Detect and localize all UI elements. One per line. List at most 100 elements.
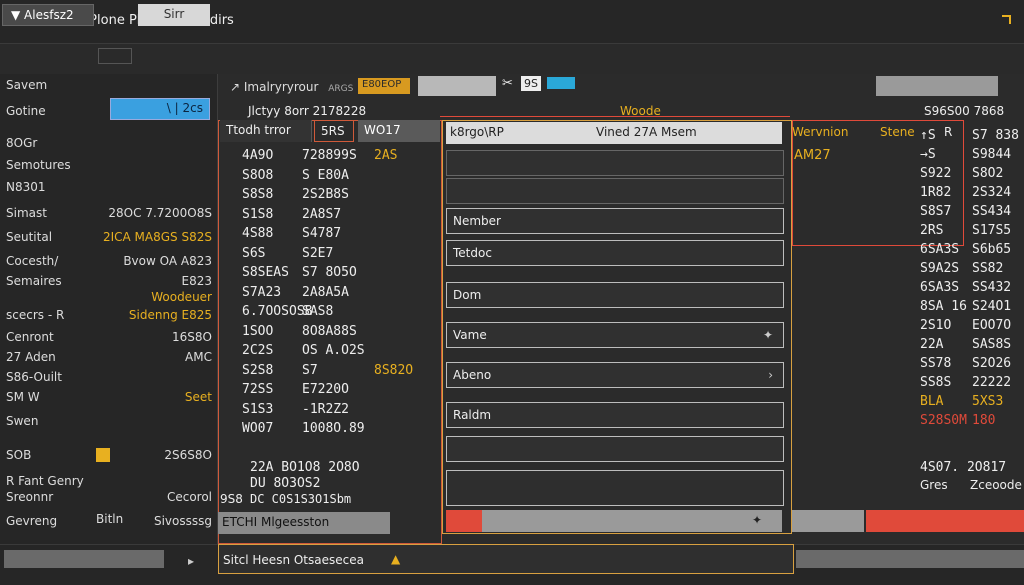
left-col-header-a[interactable]: Ttodh trror	[220, 120, 312, 142]
sidebar-item-label: Gotine	[6, 104, 46, 118]
bottom-left-prefix: 9S8	[220, 492, 243, 506]
left-footer-2: DU 8O3OS2	[250, 476, 321, 491]
table-cell: S2O26	[972, 356, 1012, 371]
sidebar-item-value: E823	[181, 274, 213, 288]
form-field[interactable]	[446, 150, 784, 176]
toolbar-cyan-button[interactable]	[547, 77, 575, 89]
table-cell: 6SA3S	[920, 242, 960, 257]
sidebar-item-label: scecrs - R	[6, 308, 65, 322]
sidebar-item-value: Cecorol	[166, 490, 212, 504]
form-field[interactable]: Abeno ›	[446, 362, 784, 388]
table-row[interactable]: WO07 1008O.89	[222, 421, 440, 445]
form-field[interactable]: Tetdoc	[446, 240, 784, 266]
table-cell: SS78	[920, 356, 952, 371]
right-footer-2b: Zceoode	[970, 478, 1022, 492]
table-cell: S6b65	[972, 242, 1012, 257]
sidebar-item-value: Woodeuer	[151, 290, 212, 304]
sidebar-item-label: 27 Aden	[6, 350, 56, 364]
sidebar-item[interactable]: Cenront 16S8O	[6, 330, 216, 350]
corner-mark-icon[interactable]	[1000, 14, 1012, 26]
table-cell: S8S8	[242, 187, 274, 202]
form-field-label: Nember	[453, 214, 501, 228]
tab-main-label: Alesfsz2	[24, 8, 74, 22]
sidebar-item[interactable]: Woodeuer	[6, 290, 216, 310]
toolbar-orange-button[interactable]: E80EOP	[358, 78, 410, 94]
table-cell: S8S7	[920, 204, 952, 219]
middle-bottom-box[interactable]	[446, 470, 784, 506]
table-cell: S7A23	[242, 284, 282, 300]
table-cell: ↑S	[920, 128, 936, 143]
table-cell: S9844	[972, 147, 1012, 162]
bottom-left-input[interactable]: ETCHI Mlgeesston	[218, 512, 390, 534]
sidebar-item-label: SM W	[6, 390, 40, 404]
toolbar-search-input[interactable]	[418, 76, 496, 96]
sidebar-item[interactable]: N8301	[6, 180, 216, 200]
sidebar-item-label: 8OGr	[6, 136, 38, 150]
sidebar-item[interactable]: 8OGr	[6, 136, 216, 156]
sidebar-item[interactable]: SOB 2S6S8O	[6, 448, 216, 468]
sidebar-item-label: Savem	[6, 78, 48, 92]
table-cell: 2S1O	[920, 318, 952, 333]
sidebar-item[interactable]: Seutital 2ICA MA8GS S82S	[6, 230, 216, 250]
sidebar-item[interactable]: S86-Ouilt	[6, 370, 216, 390]
form-field[interactable]	[446, 436, 784, 462]
table-cell: EOO7O	[972, 318, 1012, 333]
sparkle-icon[interactable]: ✦	[752, 513, 762, 527]
table-cell: 8O8A88S	[302, 323, 357, 339]
form-field[interactable]: Nember	[446, 208, 784, 234]
sparkle-icon[interactable]: ✦	[763, 328, 773, 342]
bottom-red-indicator	[446, 510, 482, 532]
tool-icon[interactable]: ↗	[230, 80, 244, 94]
sidebar-item[interactable]: SM W Seet	[6, 390, 216, 410]
table-cell: S28S0M	[920, 413, 967, 428]
form-field[interactable]: Raldm	[446, 402, 784, 428]
status-left-input[interactable]	[4, 550, 164, 568]
section-right-label: S96S00 7868	[924, 104, 1005, 118]
sidebar-item-label: Cocesth/	[6, 254, 59, 268]
warning-icon[interactable]	[96, 448, 110, 462]
right-col-header-a: Wervnion	[792, 125, 849, 139]
left-footer-1: 22A BO1O8 2O8O	[250, 460, 360, 475]
form-field-label: Dom	[453, 288, 482, 302]
right-footer-2a: Gres	[920, 478, 948, 492]
tab-main[interactable]: ▼ Alesfsz2	[2, 4, 94, 26]
sidebar-item[interactable]: Simast 28OC 7.7200O8S	[6, 206, 216, 226]
middle-col-header[interactable]: k8rgo\RP Vined 27A Msem	[446, 122, 782, 144]
sidebar-item[interactable]: Semotures	[6, 158, 216, 178]
form-field[interactable]	[446, 178, 784, 204]
sidebar-item[interactable]: scecrs - R Sidenng E825	[6, 308, 216, 328]
left-col-header-c[interactable]: WO17	[358, 120, 440, 142]
sidebar-item[interactable]: 27 Aden AMC	[6, 350, 216, 370]
table-cell: 22222	[972, 375, 1012, 390]
table-cell: SAS8	[302, 304, 334, 319]
tab-second[interactable]	[98, 48, 132, 64]
form-field[interactable]: Vame ✦	[446, 322, 784, 348]
scissors-icon[interactable]: ✂	[502, 76, 513, 91]
table-row[interactable]: S28S0M 180	[920, 413, 1020, 435]
table-cell: S8O8	[242, 167, 274, 183]
left-col-header-b[interactable]: 5RS	[314, 120, 354, 142]
tab-light[interactable]: Sirr	[138, 4, 210, 26]
status-warning-icon: ▲	[391, 552, 401, 566]
toolbar-right-input[interactable]	[876, 76, 998, 96]
sidebar-item-label: S86-Ouilt	[6, 370, 62, 384]
sidebar-item-label: SOB	[6, 448, 32, 462]
table-cell: S1S8	[242, 206, 274, 222]
table-cell: 1008O.89	[302, 421, 365, 436]
status-right-input[interactable]	[796, 550, 1024, 568]
table-cell: 1R82	[920, 185, 952, 200]
cursor-icon[interactable]: ▸	[188, 554, 194, 568]
sidebar-item[interactable]: Swen	[6, 414, 216, 434]
sidebar-item[interactable]: Cocesth/Bvow OA A823	[6, 254, 216, 274]
form-field[interactable]: Dom	[446, 282, 784, 308]
table-cell: S17S5	[972, 223, 1012, 238]
sidebar-item[interactable]: Sreonnr Cecorol	[6, 490, 216, 510]
sidebar-item[interactable]: Savem	[6, 78, 216, 98]
sidebar-active-value[interactable]: \ | 2cs	[110, 98, 210, 120]
status-message[interactable]: Sitcl Heesn Otsaesecea ▲	[218, 544, 794, 574]
bottom-middle-input[interactable]: ✦	[482, 510, 782, 532]
toolbar-sub-label: ARGS	[328, 84, 354, 94]
bottom-right-input[interactable]	[792, 510, 864, 532]
table-cell: S7 8O5O	[302, 265, 357, 280]
chevron-right-icon[interactable]: ›	[768, 368, 773, 382]
